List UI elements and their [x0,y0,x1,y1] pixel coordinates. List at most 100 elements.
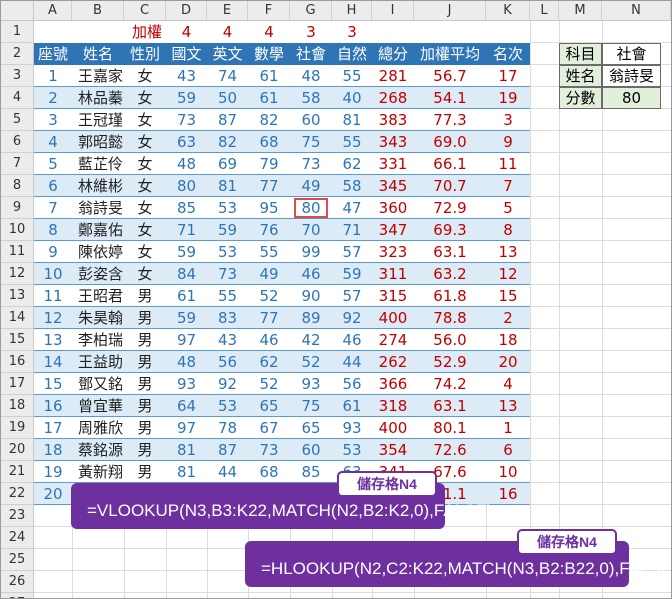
table-cell[interactable]: 5 [34,153,72,175]
subject-value-cell[interactable]: 社會 [602,43,661,65]
table-cell[interactable]: 61.8 [414,285,486,307]
name-value-cell[interactable]: 翁詩旻 [602,65,661,87]
table-cell[interactable]: 林品蓁 [72,87,124,109]
table-cell[interactable]: 71 [332,219,372,241]
table-cell[interactable]: 69 [207,153,248,175]
table-cell[interactable]: 20 [34,483,72,505]
table-cell[interactable]: 12 [34,307,72,329]
table-cell[interactable]: 男 [124,329,166,351]
table-cell[interactable]: 1 [486,417,530,439]
table-cell[interactable]: 女 [124,175,166,197]
table-cell[interactable]: 63.1 [414,395,486,417]
table-cell[interactable]: 4 [34,131,72,153]
table-cell[interactable]: 59 [166,307,207,329]
table-cell[interactable]: 57 [332,241,372,263]
row-header-18[interactable]: 18 [1,395,34,417]
table-cell[interactable]: 80 [166,175,207,197]
select-all-corner[interactable] [1,1,34,21]
table-cell[interactable]: 74 [207,65,248,87]
table-cell[interactable]: 70.7 [414,175,486,197]
table-cell[interactable]: 女 [124,109,166,131]
table-cell[interactable]: 鄭嘉佑 [72,219,124,241]
table-cell[interactable]: 52 [248,285,290,307]
table-cell[interactable]: 59 [166,87,207,109]
column-header-c[interactable]: C [124,1,166,21]
table-cell[interactable]: 56.0 [414,329,486,351]
name-label-cell[interactable]: 姓名 [559,65,602,87]
table-cell[interactable]: 男 [124,351,166,373]
row-header-16[interactable]: 16 [1,351,34,373]
table-cell[interactable]: 59 [332,263,372,285]
table-cell[interactable]: 18 [486,329,530,351]
column-header-i[interactable]: I [372,1,414,21]
table-cell[interactable]: 男 [124,417,166,439]
table-cell[interactable]: 朱昊翰 [72,307,124,329]
row-header-15[interactable]: 15 [1,329,34,351]
table-cell[interactable]: 97 [166,417,207,439]
table-cell[interactable]: 89 [290,307,332,329]
table-cell[interactable]: 男 [124,461,166,483]
table-cell[interactable]: 70 [290,219,332,241]
table-cell[interactable]: 75 [290,395,332,417]
table-cell[interactable]: 93 [290,373,332,395]
row-header-8[interactable]: 8 [1,175,34,197]
table-cell[interactable]: 60 [290,439,332,461]
table-cell[interactable]: 53 [332,439,372,461]
table-cell[interactable]: 49 [290,175,332,197]
table-cell[interactable]: 90 [290,285,332,307]
table-cell[interactable]: 99 [290,241,332,263]
column-header-j[interactable]: J [414,1,486,21]
table-cell[interactable]: 女 [124,131,166,153]
table-cell[interactable]: 274 [372,329,414,351]
row-header-7[interactable]: 7 [1,153,34,175]
score-value-cell[interactable]: 80 [602,87,661,109]
table-cell[interactable]: 1 [34,65,72,87]
table-cell[interactable]: 49 [248,263,290,285]
row-header-26[interactable]: 26 [1,571,34,593]
table-cell[interactable]: 鄧又銘 [72,373,124,395]
table-cell[interactable]: 46 [332,329,372,351]
table-cell[interactable]: 75 [290,131,332,153]
table-cell[interactable]: 69.0 [414,131,486,153]
table-cell[interactable]: 彭姿含 [72,263,124,285]
row-header-13[interactable]: 13 [1,285,34,307]
table-cell[interactable]: 64 [166,395,207,417]
column-header-a[interactable]: A [34,1,72,21]
table-cell[interactable]: 6 [486,439,530,461]
table-cell[interactable]: 48 [166,153,207,175]
table-cell[interactable]: 9 [486,131,530,153]
table-cell[interactable]: 19 [34,461,72,483]
table-cell[interactable]: 52 [248,373,290,395]
table-cell[interactable]: 黃新翔 [72,461,124,483]
table-cell[interactable]: 268 [372,87,414,109]
row-header-11[interactable]: 11 [1,241,34,263]
table-cell[interactable]: 92 [207,373,248,395]
table-cell[interactable]: 10 [486,461,530,483]
row-header-6[interactable]: 6 [1,131,34,153]
table-cell[interactable]: 6 [34,175,72,197]
table-cell[interactable]: 女 [124,153,166,175]
table-cell[interactable]: 40 [332,87,372,109]
table-cell[interactable]: 55 [332,65,372,87]
table-cell[interactable]: 11 [34,285,72,307]
column-header-e[interactable]: E [207,1,248,21]
table-cell[interactable]: 68 [248,131,290,153]
row-header-23[interactable]: 23 [1,505,34,527]
table-cell[interactable]: 43 [207,329,248,351]
table-cell[interactable]: 262 [372,351,414,373]
table-cell[interactable]: 92 [332,307,372,329]
table-cell[interactable]: 53 [207,395,248,417]
table-cell[interactable]: 林維彬 [72,175,124,197]
column-header-k[interactable]: K [486,1,530,21]
table-cell[interactable]: 56.7 [414,65,486,87]
table-cell[interactable]: 63 [166,131,207,153]
table-cell[interactable]: 345 [372,175,414,197]
table-cell[interactable]: 陳依婷 [72,241,124,263]
table-cell[interactable]: 73 [207,263,248,285]
table-cell[interactable]: 80 [290,197,332,219]
table-cell[interactable]: 5 [486,197,530,219]
table-cell[interactable]: 84 [166,263,207,285]
column-header-g[interactable]: G [290,1,332,21]
row-header-4[interactable]: 4 [1,87,34,109]
table-cell[interactable]: 王冠瑾 [72,109,124,131]
